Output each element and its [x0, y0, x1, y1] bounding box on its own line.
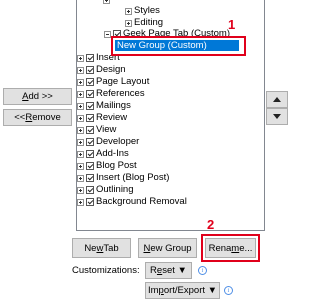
tree-row-view[interactable]: View: [77, 124, 116, 136]
tree-row-cutoff: [103, 0, 112, 6]
tree-item-label: References: [96, 88, 145, 99]
tree-item-label: Review: [96, 112, 128, 123]
new-tab-accelerator: w: [96, 242, 104, 254]
tree-row-mailings[interactable]: Mailings: [77, 100, 131, 112]
import-export-label-post: ort/Export ▼: [163, 285, 218, 296]
checkbox-checked-icon[interactable]: [86, 102, 94, 110]
tree-item-label: Background Removal: [96, 196, 187, 207]
expand-plus-icon[interactable]: [77, 138, 84, 146]
tree-row-insert-blog-post[interactable]: Insert (Blog Post): [77, 172, 169, 184]
expand-plus-icon[interactable]: [77, 162, 84, 170]
checkbox-checked-icon[interactable]: [86, 66, 94, 74]
checkbox-checked-icon[interactable]: [86, 150, 94, 158]
remove-button-accelerator: R: [25, 112, 33, 123]
import-export-button[interactable]: Im p ort/Export ▼: [145, 282, 220, 299]
tree-item-label: Blog Post: [96, 160, 137, 171]
remove-button-label-pre: <<: [14, 112, 26, 123]
add-button[interactable]: Add >>: [3, 88, 72, 105]
new-tab-label-pre: Ne: [84, 242, 97, 254]
new-tab-button[interactable]: Ne w Tab: [72, 238, 131, 258]
expand-plus-icon[interactable]: [77, 102, 84, 110]
triangle-down-icon: [273, 114, 281, 119]
tree-item-label: Page Layout: [96, 76, 150, 87]
new-tab-label-post: Tab: [103, 242, 119, 254]
new-group-accelerator: N: [143, 242, 151, 254]
add-button-label-post: dd >>: [28, 91, 53, 102]
remove-button[interactable]: << Remove: [3, 109, 72, 126]
expand-plus-icon[interactable]: [125, 7, 132, 15]
move-up-button[interactable]: [266, 91, 288, 108]
expand-plus-icon[interactable]: [77, 54, 84, 62]
annotation-number-2: 2: [207, 217, 215, 232]
tree-row-developer[interactable]: Developer: [77, 136, 139, 148]
tree-item-label: Developer: [96, 136, 140, 147]
tree-item-label: Styles: [134, 5, 160, 16]
remove-button-label-post: emove: [32, 112, 61, 123]
tree-row-outlining[interactable]: Outlining: [77, 184, 134, 196]
import-export-label-pre: Im: [147, 285, 159, 296]
tree-row-references[interactable]: References: [77, 88, 145, 100]
tree-row-blog-post[interactable]: Blog Post: [77, 160, 137, 172]
expand-plus-icon[interactable]: [77, 114, 84, 122]
expand-plus-icon[interactable]: [77, 186, 84, 194]
expand-plus-icon[interactable]: [77, 174, 84, 182]
tree-item-label: Insert (Blog Post): [96, 172, 170, 183]
move-down-button[interactable]: [266, 108, 288, 125]
checkbox-checked-icon[interactable]: [86, 174, 94, 182]
new-group-label-post: ew Group: [150, 242, 192, 254]
tree-item-label: Mailings: [96, 100, 131, 111]
tree-row-background-removal[interactable]: Background Removal: [77, 196, 187, 208]
collapse-minus-icon[interactable]: [104, 30, 111, 38]
checkbox-checked-icon[interactable]: [86, 138, 94, 146]
annotation-box-1: [111, 36, 246, 56]
customizations-label: Customizations:: [72, 265, 140, 276]
new-group-button[interactable]: New Group: [138, 238, 197, 258]
annotation-box-2: [201, 234, 260, 262]
ribbon-tabs-tree[interactable]: Styles Editing Geek Page Tab (Custom) Ne…: [76, 0, 265, 231]
expand-plus-icon[interactable]: [77, 90, 84, 98]
expand-plus-icon[interactable]: [77, 150, 84, 158]
checkbox-checked-icon[interactable]: [86, 126, 94, 134]
expand-plus-icon[interactable]: [77, 78, 84, 86]
checkbox-checked-icon[interactable]: [86, 114, 94, 122]
checkbox-checked-icon[interactable]: [86, 162, 94, 170]
tree-item-label: Add-Ins: [96, 148, 129, 159]
reset-label-pre: R: [150, 265, 157, 276]
info-icon[interactable]: i: [224, 286, 233, 295]
info-icon[interactable]: i: [198, 266, 207, 275]
checkbox-checked-icon[interactable]: [86, 54, 94, 62]
reset-label-post: set ▼: [162, 265, 187, 276]
tree-row-styles[interactable]: Styles: [125, 5, 160, 17]
expand-plus-icon[interactable]: [77, 66, 84, 74]
tree-row-review[interactable]: Review: [77, 112, 127, 124]
tree-item-label: View: [96, 124, 117, 135]
checkbox-checked-icon[interactable]: [86, 90, 94, 98]
tree-item-label: Outlining: [96, 184, 134, 195]
reset-button[interactable]: Re set ▼: [145, 262, 192, 279]
tree-row-add-ins[interactable]: Add-Ins: [77, 148, 129, 160]
annotation-number-1: 1: [228, 17, 236, 32]
tree-item-label: Design: [96, 64, 126, 75]
expand-plus-icon[interactable]: [77, 126, 84, 134]
checkbox-checked-icon[interactable]: [86, 78, 94, 86]
expand-plus-icon[interactable]: [77, 198, 84, 206]
expand-plus-icon[interactable]: [125, 19, 132, 27]
tree-row-page-layout[interactable]: Page Layout: [77, 76, 149, 88]
expand-icon[interactable]: [103, 0, 110, 4]
triangle-up-icon: [273, 97, 281, 102]
tree-row-design[interactable]: Design: [77, 64, 126, 76]
checkbox-checked-icon[interactable]: [86, 198, 94, 206]
checkbox-checked-icon[interactable]: [86, 186, 94, 194]
